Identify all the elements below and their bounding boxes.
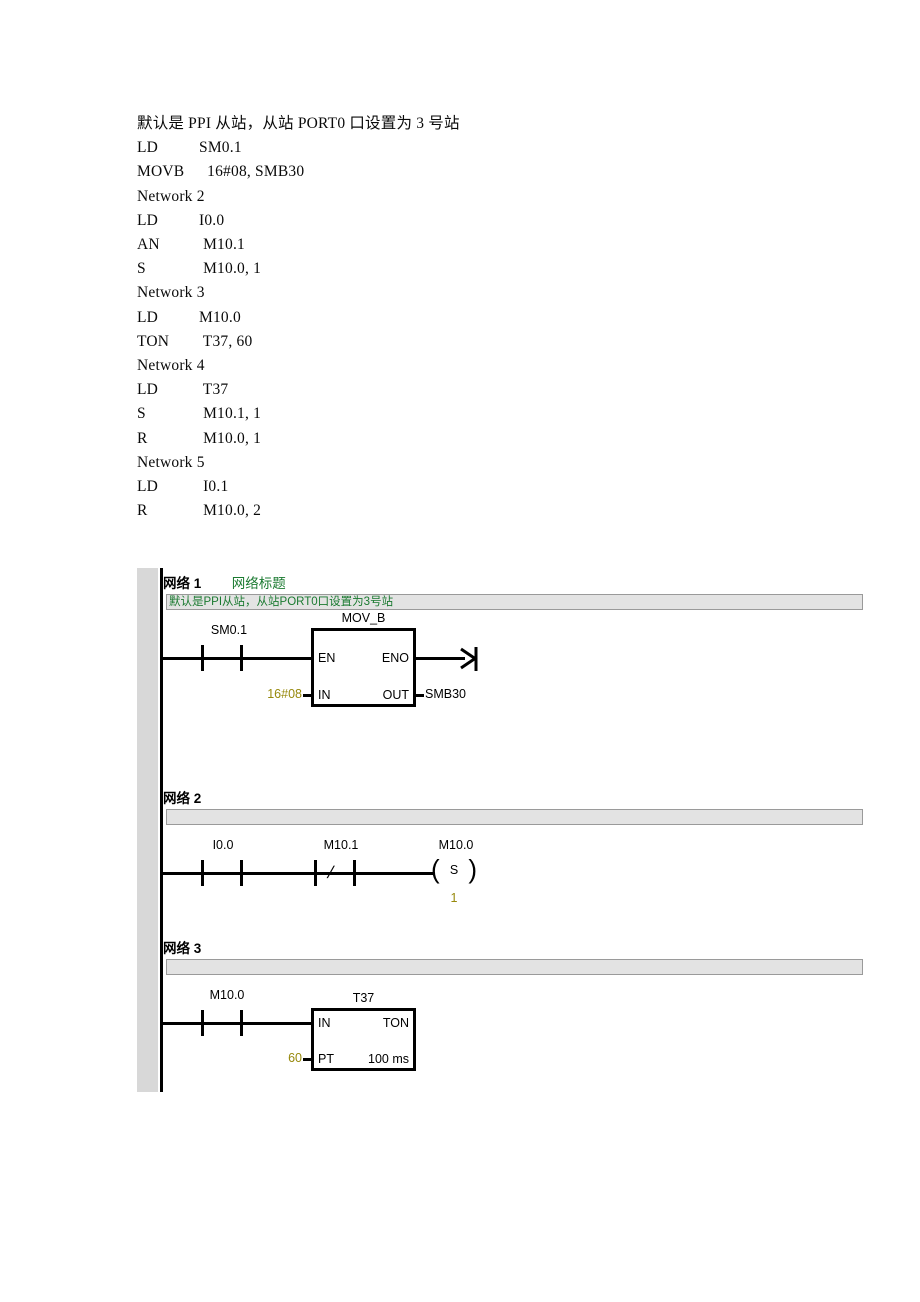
rung-wire — [356, 872, 433, 875]
doc-line-operand: M10.1 — [199, 236, 245, 254]
function-block-mov-b[interactable]: MOV_B EN ENO IN OUT — [311, 611, 416, 707]
rung-wire — [243, 1022, 313, 1025]
network-3-header: 网络 3 — [163, 937, 227, 958]
rung-wire — [163, 1022, 201, 1025]
doc-line-opcode: LD — [137, 381, 159, 399]
ladder-diagram-editor[interactable]: 网络 1 网络标题 默认是PPI从站，从站PORT0口设置为3号站 SM0.1 … — [137, 568, 872, 1092]
rung-wire — [204, 872, 242, 875]
doc-line-comment: 默认是 PPI 从站，从站 PORT0 口设置为 3 号站 — [137, 115, 460, 132]
doc-line-operand: M10.0, 1 — [199, 429, 262, 447]
doc-line-opcode: R — [137, 502, 148, 520]
coil-operand-m100: M10.0 — [438, 838, 474, 852]
pin-timebase: 100 ms — [368, 1052, 409, 1066]
block-output-operand[interactable]: SMB30 — [425, 687, 466, 701]
doc-line-operand: I0.0 — [199, 211, 225, 229]
doc-line-opcode: S — [137, 405, 146, 423]
pin-in: IN — [318, 1016, 331, 1030]
pin-out: OUT — [382, 688, 409, 702]
rung-wire — [243, 872, 317, 875]
doc-line-operand: M10.0, 2 — [199, 502, 262, 520]
coil-set-m100[interactable]: ( S ) — [431, 855, 477, 887]
doc-line-opcode: LD — [137, 211, 159, 229]
doc-line-instruction: LD M10.0 — [137, 306, 637, 330]
contact-operand-m100: M10.0 — [209, 988, 245, 1002]
network-1-title[interactable]: 网络标题 — [232, 576, 286, 591]
coil-paren-right: ) — [468, 854, 477, 884]
doc-line-opcode: TON — [137, 332, 170, 350]
network-2-label: 网络 2 — [163, 791, 202, 806]
pin-ton: TON — [382, 1016, 409, 1030]
pin-en: EN — [318, 651, 336, 665]
rung-wire — [204, 1022, 242, 1025]
doc-line-opcode: S — [137, 260, 146, 278]
doc-line-operand: T37, 60 — [199, 332, 253, 350]
doc-line-operand: SM0.1 — [199, 139, 242, 157]
doc-line-instruction: LD T37 — [137, 378, 637, 402]
coil-bit-count: 1 — [450, 891, 458, 905]
rung-wire — [415, 657, 465, 660]
doc-line-operand: I0.1 — [199, 478, 229, 496]
rung-wire — [317, 872, 355, 875]
doc-line-opcode: LD — [137, 139, 159, 157]
doc-line-opcode: LD — [137, 478, 159, 496]
doc-line-instruction: R M10.0, 1 — [137, 427, 637, 451]
rung-wire — [243, 657, 313, 660]
doc-line-network-heading: Network 4 — [137, 357, 205, 375]
doc-line-network-heading: Network 2 — [137, 187, 205, 205]
rung-wire — [204, 657, 242, 660]
doc-line-opcode: LD — [137, 308, 159, 326]
ladder-gutter — [137, 568, 158, 1092]
pin-stub-pt — [303, 1058, 312, 1061]
doc-line-instruction: S M10.0, 1 — [137, 257, 637, 281]
function-block-name: MOV_B — [341, 611, 386, 625]
pin-stub-in — [303, 694, 312, 697]
doc-line-instruction: LD SM0.1 — [137, 136, 637, 160]
doc-line-instruction: AN M10.1 — [137, 233, 637, 257]
timer-preset-constant[interactable]: 60 — [262, 1051, 302, 1065]
network-2-header: 网络 2 — [163, 787, 227, 808]
doc-line-operand: M10.0 — [199, 308, 241, 326]
doc-line-instruction: MOVB 16#08, SMB30 — [137, 160, 637, 184]
power-rail — [160, 568, 163, 1092]
network-1-comment[interactable]: 默认是PPI从站，从站PORT0口设置为3号站 — [166, 594, 863, 610]
block-input-constant[interactable]: 16#08 — [247, 687, 302, 701]
doc-line-network-heading: Network 3 — [137, 284, 205, 302]
pin-pt: PT — [318, 1052, 334, 1066]
doc-line-instruction: S M10.1, 1 — [137, 402, 637, 426]
pin-stub-out — [415, 694, 424, 697]
network-3-comment[interactable] — [166, 959, 863, 975]
pin-eno: ENO — [381, 651, 409, 665]
arrow-svg — [460, 647, 478, 671]
doc-line-opcode: AN — [137, 236, 160, 254]
rung-continuation-arrow-icon — [459, 644, 481, 674]
network-1-header: 网络 1 网络标题 — [163, 572, 286, 593]
doc-line-operand: M10.1, 1 — [199, 405, 262, 423]
doc-line-network-heading: Network 5 — [137, 453, 205, 471]
network-3-label: 网络 3 — [163, 941, 202, 956]
contact-operand-i00: I0.0 — [212, 838, 234, 852]
doc-line-instruction: TON T37, 60 — [137, 330, 637, 354]
doc-line-instruction: LD I0.0 — [137, 209, 637, 233]
doc-line-operand: M10.0, 1 — [199, 260, 262, 278]
rung-wire — [163, 657, 201, 660]
function-block-timer-t37[interactable]: T37 IN TON PT 100 ms — [311, 991, 416, 1071]
contact-operand-sm01: SM0.1 — [210, 623, 248, 637]
function-block-name: T37 — [352, 991, 375, 1005]
network-1-label: 网络 1 — [163, 576, 202, 591]
rung-wire — [163, 872, 201, 875]
doc-line-instruction: R M10.0, 2 — [137, 499, 637, 523]
contact-operand-m101: M10.1 — [323, 838, 359, 852]
doc-line-operand: 16#08, SMB30 — [199, 163, 305, 181]
pin-in: IN — [318, 688, 331, 702]
statement-list-document: 默认是 PPI 从站，从站 PORT0 口设置为 3 号站 LD SM0.1 MO… — [137, 112, 637, 523]
doc-line-opcode: MOVB — [137, 163, 185, 181]
doc-line-opcode: R — [137, 429, 148, 447]
doc-line-instruction: LD I0.1 — [137, 475, 637, 499]
network-2-comment[interactable] — [166, 809, 863, 825]
doc-line-operand: T37 — [199, 381, 229, 399]
